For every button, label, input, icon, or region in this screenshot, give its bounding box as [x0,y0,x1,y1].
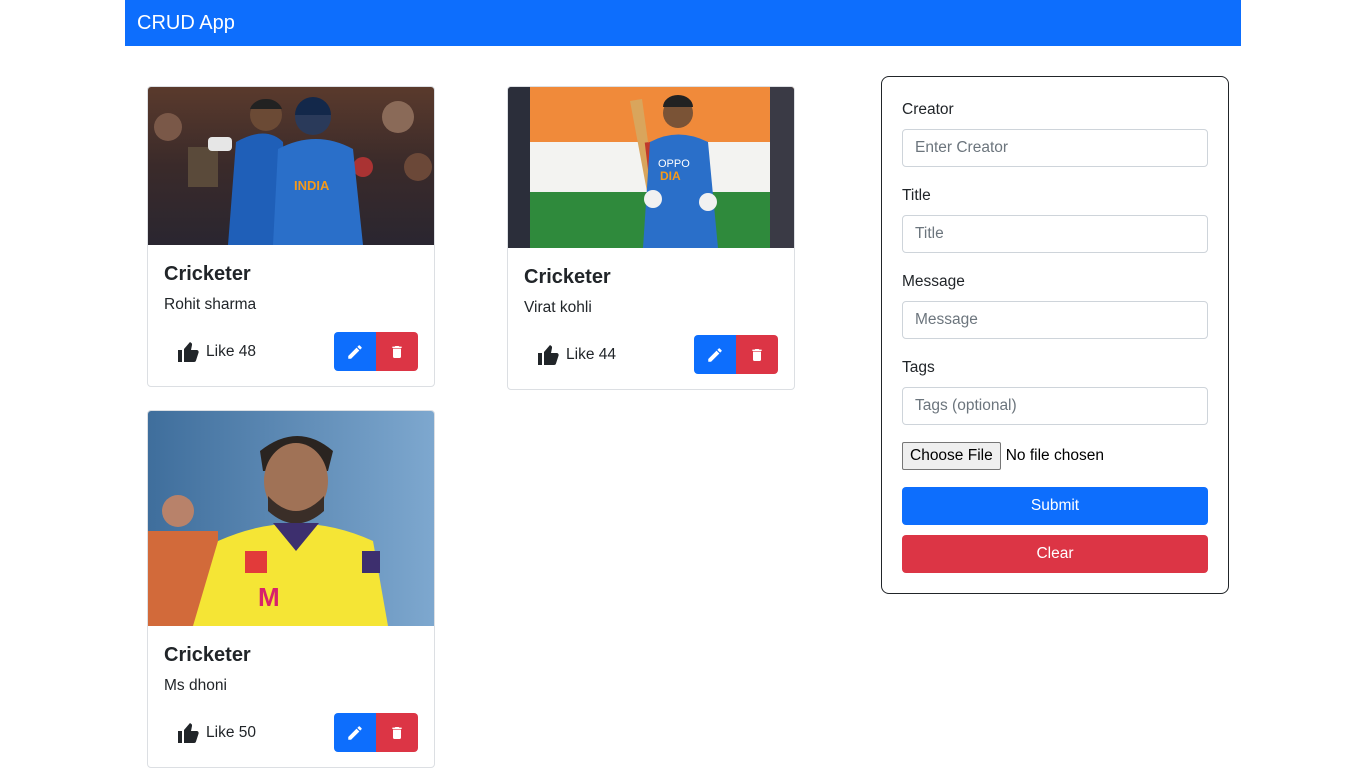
post-title: Cricketer [524,266,611,288]
svg-text:DIA: DIA [660,169,681,183]
like-button[interactable]: Like 44 [524,344,616,366]
creator-input[interactable] [902,129,1208,167]
tags-input[interactable] [902,387,1208,425]
message-input[interactable] [902,301,1208,339]
post-message: Ms dhoni [164,677,227,694]
tags-label: Tags [902,359,935,376]
delete-button[interactable] [376,332,418,371]
svg-text:INDIA: INDIA [294,178,330,193]
svg-text:M: M [258,582,280,612]
file-status: No file chosen [1005,447,1104,464]
like-count: Like 48 [206,342,256,360]
title-input[interactable] [902,215,1208,253]
message-label: Message [902,273,965,290]
trash-icon [392,726,402,739]
post-title: Cricketer [164,644,251,666]
post-title: Cricketer [164,263,251,285]
post-message: Rohit sharma [164,296,257,313]
submit-button[interactable]: Submit [902,487,1208,525]
trash-icon [752,348,762,361]
trash-icon [392,345,402,358]
pencil-icon [348,725,362,740]
creator-label: Creator [902,101,954,118]
post-image: INDIA [148,87,434,245]
title-label: Title [902,187,931,204]
post-image: DIA OPPO [508,87,794,248]
post-photo: DIA OPPO [508,87,794,248]
file-picker: Choose File No file chosen [902,442,1104,470]
like-button[interactable]: Like 50 [164,722,256,744]
edit-button[interactable] [694,335,736,374]
brand-title[interactable]: CRUD App [137,12,235,35]
post-card: INDIA Cricketer Rohit sharma Like 48 [147,86,435,387]
clear-button[interactable]: Clear [902,535,1208,573]
post-photo: M [148,411,434,626]
navbar: CRUD App [125,0,1241,46]
post-card: M Cricketer Ms dhoni Like 50 [147,410,435,768]
thumbs-up-icon [178,341,199,362]
post-card: DIA OPPO Cricketer Virat kohli Like 44 [507,86,795,390]
pencil-icon [708,347,722,362]
edit-button[interactable] [334,332,376,371]
edit-button[interactable] [334,713,376,752]
pencil-icon [348,344,362,359]
choose-file-button[interactable]: Choose File [902,442,1001,470]
post-message: Virat kohli [524,299,592,316]
like-button[interactable]: Like 48 [164,341,256,363]
post-photo: INDIA [148,87,434,245]
delete-button[interactable] [376,713,418,752]
like-count: Like 50 [206,723,256,741]
post-form: Creator Title Message Tags Choose File N… [881,76,1229,594]
delete-button[interactable] [736,335,778,374]
svg-text:OPPO: OPPO [658,158,690,170]
like-count: Like 44 [566,345,616,363]
post-image: M [148,411,434,626]
thumbs-up-icon [178,722,199,743]
thumbs-up-icon [538,344,559,365]
